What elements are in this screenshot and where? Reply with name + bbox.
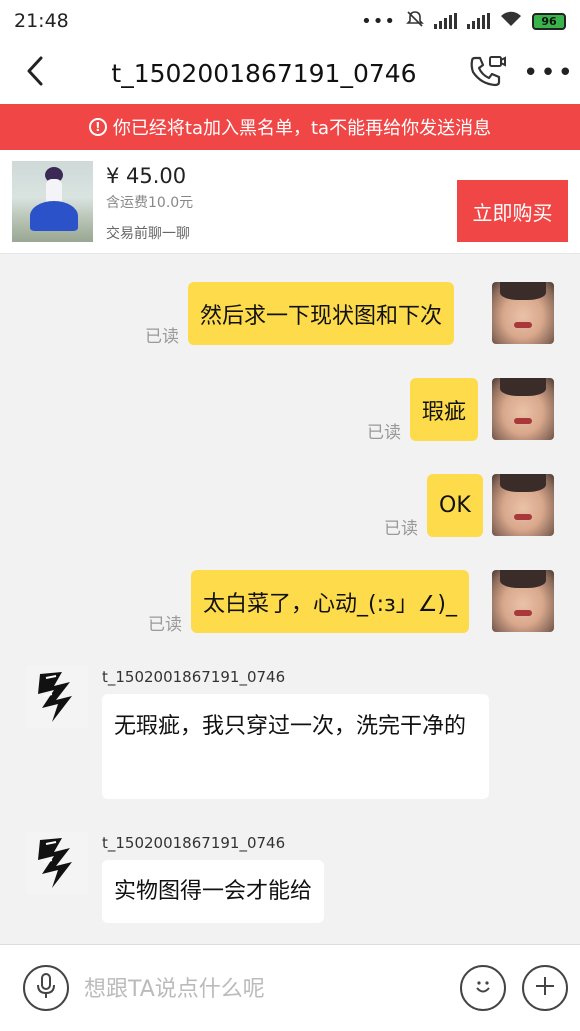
more-dots-icon: ••• — [361, 10, 396, 32]
message-bubble-incoming[interactable]: 无瑕疵，我只穿过一次，洗完干净的 — [102, 694, 489, 799]
chat-title: t_1502001867191_0746 — [111, 58, 417, 88]
chat-hint: 交易前聊一聊 — [106, 226, 190, 242]
message-input[interactable] — [84, 967, 444, 1011]
shipping-note: 含运费10.0元 — [106, 195, 194, 211]
my-avatar[interactable] — [492, 282, 554, 344]
message-bubble-incoming[interactable]: 实物图得一会才能给 — [102, 860, 325, 923]
contact-avatar[interactable] — [26, 666, 88, 728]
status-bar: 21:48 ••• 96 — [0, 0, 580, 42]
blacklist-banner: ! 你已经将ta加入黑名单，ta不能再给你发送消息 — [0, 104, 580, 150]
message-bubble-outgoing[interactable]: 瑕疵 — [410, 378, 479, 441]
signal-icon — [467, 13, 490, 29]
read-status: 已读 — [145, 327, 179, 347]
microphone-icon — [35, 972, 57, 1004]
status-icons: ••• 96 — [361, 10, 566, 33]
product-card[interactable]: ¥ 45.00 含运费10.0元 交易前聊一聊 立即购买 — [0, 150, 580, 254]
emoji-button[interactable] — [460, 965, 506, 1011]
my-avatar[interactable] — [492, 570, 554, 632]
read-status: 已读 — [367, 423, 401, 443]
chat-header: t_1502001867191_0746 ••• — [0, 42, 580, 104]
read-status: 已读 — [148, 615, 182, 635]
voice-button[interactable] — [23, 965, 69, 1011]
my-avatar[interactable] — [492, 474, 554, 536]
product-thumbnail[interactable] — [12, 161, 93, 242]
product-price: ¥ 45.00 — [106, 164, 187, 188]
plus-icon — [533, 974, 557, 1002]
wifi-icon — [500, 10, 522, 32]
more-actions-button[interactable] — [522, 965, 568, 1011]
more-options-button[interactable]: ••• — [518, 42, 580, 104]
signal-icon — [434, 13, 457, 29]
read-status: 已读 — [384, 519, 418, 539]
mute-bell-icon — [406, 10, 424, 33]
battery-icon: 96 — [532, 12, 566, 30]
sender-name: t_1502001867191_0746 — [102, 834, 286, 852]
back-button[interactable] — [0, 42, 70, 104]
message-input-bar — [0, 944, 580, 1031]
sender-name: t_1502001867191_0746 — [102, 668, 286, 686]
call-button[interactable] — [458, 42, 518, 104]
message-bubble-outgoing[interactable]: 然后求一下现状图和下次 — [188, 282, 455, 345]
contact-avatar[interactable] — [26, 832, 88, 894]
message-bubble-outgoing[interactable]: 太白菜了，心动_(:з」∠)_ — [191, 570, 469, 633]
my-avatar[interactable] — [492, 378, 554, 440]
smiley-icon — [471, 974, 495, 1002]
back-chevron-icon — [25, 55, 45, 91]
warning-icon: ! — [88, 118, 107, 136]
message-bubble-outgoing[interactable]: OK — [427, 474, 483, 537]
banner-text: 你已经将ta加入黑名单，ta不能再给你发送消息 — [112, 118, 492, 139]
status-time: 21:48 — [14, 10, 69, 32]
phone-video-icon — [469, 54, 507, 92]
buy-now-button[interactable]: 立即购买 — [457, 180, 568, 242]
